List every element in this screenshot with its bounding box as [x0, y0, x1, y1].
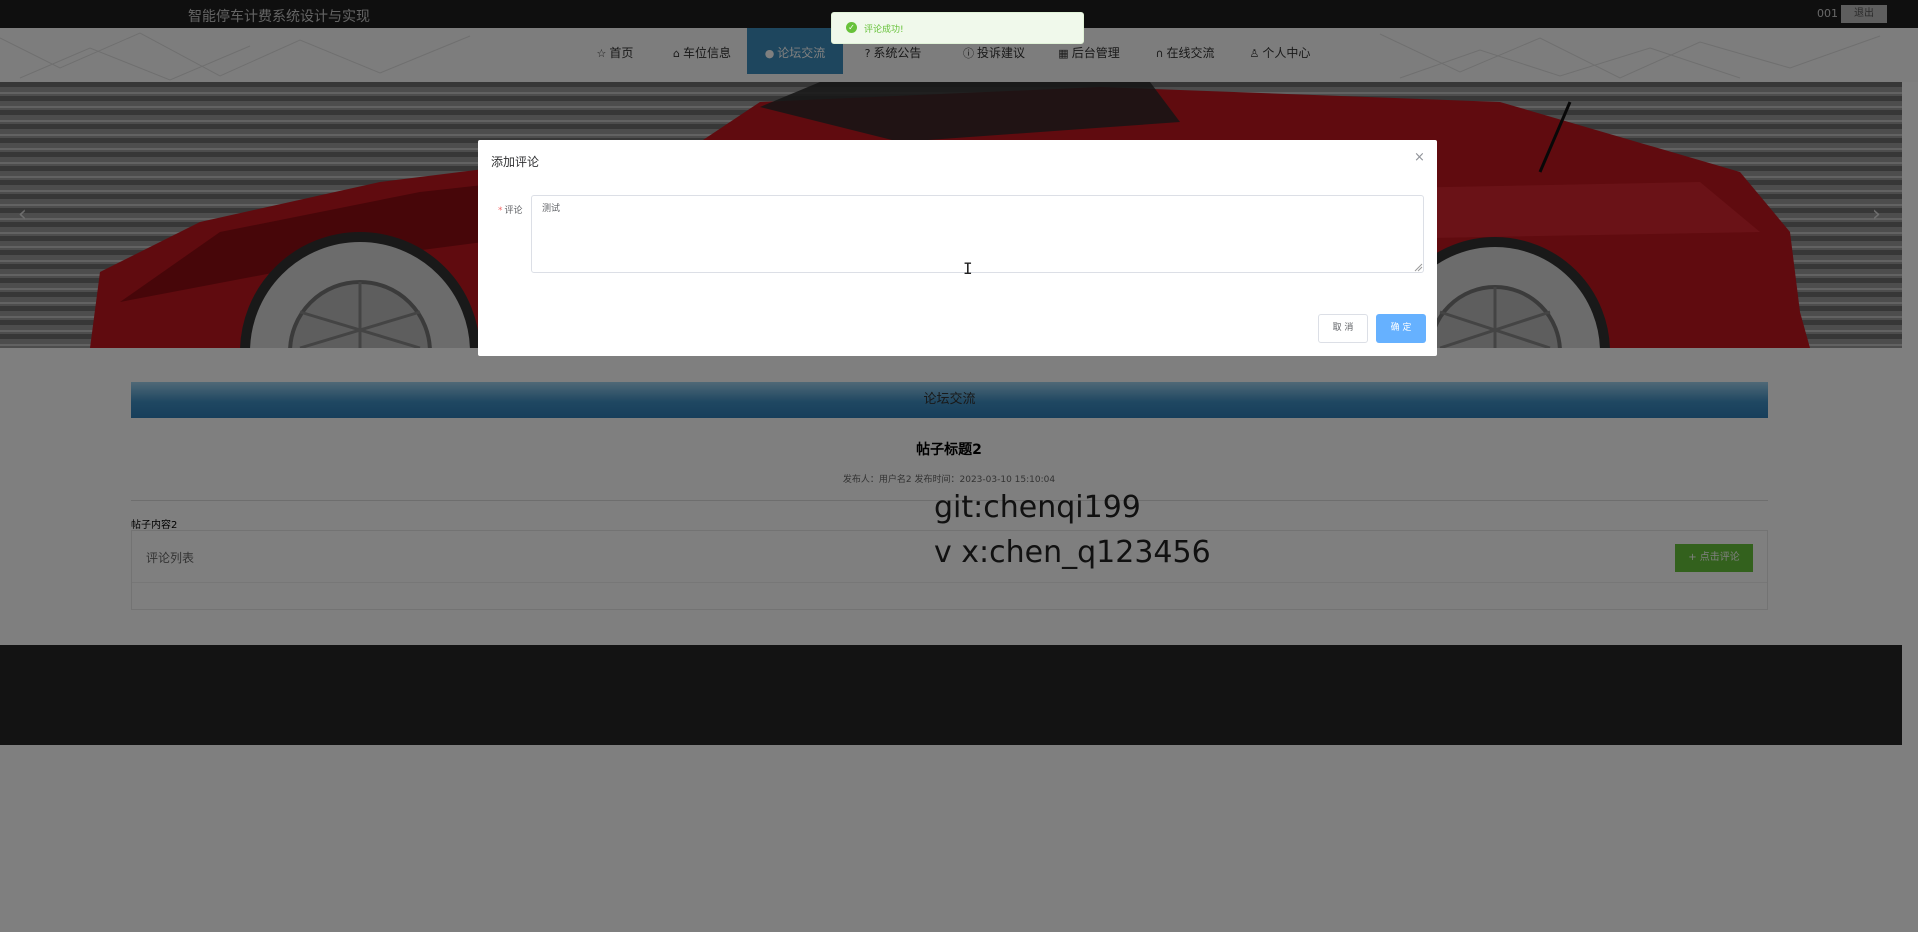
cancel-button[interactable]: 取 消 — [1318, 314, 1368, 343]
confirm-button[interactable]: 确 定 — [1376, 314, 1426, 343]
resize-handle-icon[interactable] — [1413, 262, 1423, 272]
check-circle-icon: ✓ — [846, 22, 857, 33]
close-icon[interactable]: × — [1414, 150, 1425, 165]
required-mark: * — [498, 206, 503, 216]
comment-field-label-text: 评论 — [504, 206, 523, 216]
text-cursor-icon: I — [963, 259, 973, 278]
dialog-title: 添加评论 — [491, 155, 540, 169]
toast-message: 评论成功! — [864, 25, 904, 35]
success-toast: ✓ 评论成功! — [831, 12, 1084, 44]
add-comment-dialog: 添加评论 × * 评论 测试 取 消 确 定 — [478, 140, 1437, 356]
comment-textarea[interactable]: 测试 — [531, 195, 1424, 273]
page: 智能停车计费系统设计与实现 001 退出 ☆首页 ⌂车位信息 ●论坛交流 ?系统… — [0, 0, 1918, 932]
comment-field-label: * 评论 — [498, 203, 523, 216]
